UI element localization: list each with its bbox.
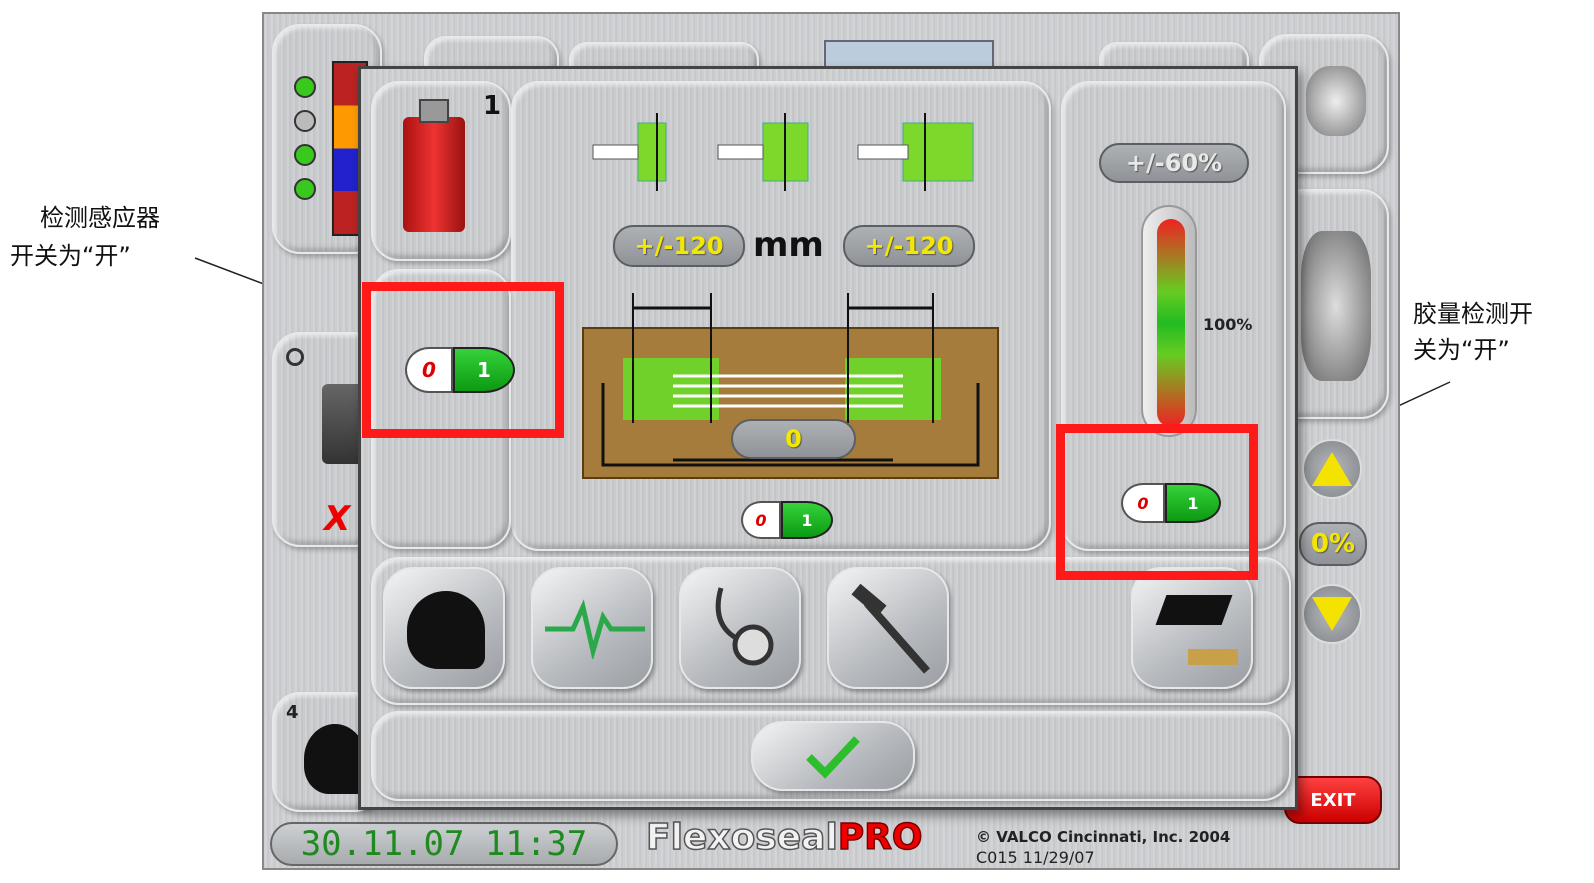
proximity-sensor-icon xyxy=(403,99,465,232)
toggle-on-segment: 1 xyxy=(781,501,833,539)
highlight-sensor-switch xyxy=(362,282,564,438)
toggle-off-segment: 0 xyxy=(741,501,781,539)
status-led-green xyxy=(294,76,316,98)
glue-range-field[interactable]: +/-60% xyxy=(1099,143,1249,183)
offset-value-field[interactable]: 0 xyxy=(731,419,856,459)
triangle-down-icon xyxy=(1312,597,1352,631)
error-mark: X xyxy=(324,499,351,539)
sensor-image-panel: 1 xyxy=(371,81,511,261)
exit-button[interactable]: EXIT xyxy=(1284,776,1382,824)
percent-display: 0% xyxy=(1299,522,1367,566)
tools-button[interactable] xyxy=(827,567,949,689)
wrench-helmet-icon xyxy=(407,591,485,669)
highlight-glue-switch xyxy=(1056,424,1258,580)
heartbeat-icon xyxy=(545,599,645,659)
brand-logo: FlexosealPRO xyxy=(645,816,923,859)
indicator-ring-icon xyxy=(286,348,304,366)
status-led-off xyxy=(294,110,316,132)
left-tolerance-field[interactable]: +/-120 xyxy=(613,225,745,267)
decrease-button[interactable] xyxy=(1302,584,1362,644)
confirm-button[interactable] xyxy=(751,721,915,791)
brand-name: Flexoseal xyxy=(645,816,838,859)
confirm-bar xyxy=(371,711,1291,801)
pump-icon xyxy=(1306,66,1366,136)
helmet-icon xyxy=(304,724,366,794)
triangle-up-icon xyxy=(1312,452,1352,486)
checkmark-icon xyxy=(806,736,860,779)
right-tolerance-field[interactable]: +/-120 xyxy=(843,225,975,267)
graduation-cap-icon xyxy=(1155,595,1233,625)
datetime-display: 30.11.07 11:37 xyxy=(270,822,618,866)
stethoscope-icon xyxy=(715,587,774,666)
increase-button[interactable] xyxy=(1302,439,1362,499)
side-counter: 4 xyxy=(286,702,299,723)
training-button[interactable] xyxy=(1131,567,1253,689)
diagnostics-button[interactable] xyxy=(531,567,653,689)
position-diagrams xyxy=(592,113,974,191)
sensor-number: 1 xyxy=(483,91,502,121)
book-icon xyxy=(1188,649,1238,665)
version-text: C015 11/29/07 xyxy=(976,848,1095,867)
tolerance-unit: mm xyxy=(753,225,824,265)
brand-suffix: PRO xyxy=(837,816,923,859)
status-led-green xyxy=(294,178,316,200)
tolerance-panel: +/-120 mm +/-120 0 0 1 xyxy=(511,81,1051,551)
maintenance-button[interactable] xyxy=(383,567,505,689)
pattern-toggle[interactable]: 0 1 xyxy=(741,501,833,539)
copyright-text: © VALCO Cincinnati, Inc. 2004 xyxy=(976,828,1231,846)
status-led-green xyxy=(294,144,316,166)
glue-gauge xyxy=(1141,205,1197,437)
regulator-icon xyxy=(1301,231,1371,381)
hammer-icon xyxy=(851,583,930,674)
gauge-scale-label: 100% xyxy=(1203,315,1253,334)
inspection-button[interactable] xyxy=(679,567,801,689)
